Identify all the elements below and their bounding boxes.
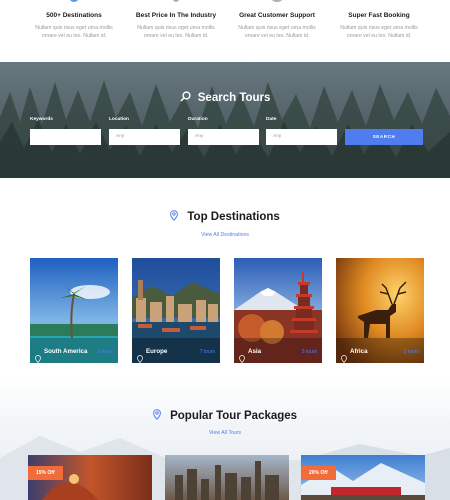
discount-badge: 15% Off <box>28 466 63 480</box>
map-pin-icon <box>153 409 161 423</box>
date-label: Date <box>266 117 277 122</box>
feature-best-price: Best Price In The Industry Nullam quis r… <box>126 0 226 40</box>
forest-background <box>0 62 450 178</box>
keywords-label: Keywords <box>30 117 53 122</box>
search-band <box>0 62 450 178</box>
date-input[interactable]: Any <box>266 129 337 145</box>
destination-card-south-america[interactable]: South America 3 tours <box>30 258 118 363</box>
destination-card-asia[interactable]: Asia 5 tours <box>234 258 322 363</box>
duration-label: Duration <box>188 117 208 122</box>
packages-title: Popular Tour Packages <box>170 410 298 422</box>
destination-tours: 5 tours <box>301 349 317 355</box>
location-select[interactable]: Any <box>109 129 180 145</box>
destination-tours: 7 tours <box>199 349 215 355</box>
location-label: Location <box>109 117 129 122</box>
bolt-icon <box>374 0 384 2</box>
headset-icon <box>271 0 283 2</box>
discount-badge: 20% Off <box>301 466 336 480</box>
feature-text: Nullam quis risus eget urna mollis ornar… <box>137 25 215 39</box>
destination-name: South America <box>44 348 88 355</box>
destination-name: Africa <box>350 348 368 355</box>
destination-tours: 3 tours <box>403 349 419 355</box>
destination-card-europe[interactable]: Europe 7 tours <box>132 258 220 363</box>
packages-heading: Popular Tour Packages <box>0 409 450 423</box>
destination-tours: 3 tours <box>97 349 113 355</box>
keywords-input[interactable] <box>30 129 101 145</box>
feature-text: Nullam quis risus eget urna mollis ornar… <box>340 25 418 39</box>
package-card-2[interactable] <box>165 455 289 500</box>
destination-name: Europe <box>146 348 168 355</box>
feature-title: Best Price In The Industry <box>135 12 217 19</box>
search-button[interactable]: SEARCH <box>345 129 423 145</box>
feature-text: Nullam quis risus eget urna mollis ornar… <box>238 25 316 39</box>
feature-support: Great Customer Support Nullam quis risus… <box>227 0 327 40</box>
destination-name: Asia <box>248 348 262 355</box>
tag-icon <box>173 0 179 2</box>
features-strip: 500+ Destinations Nullam quis risus eget… <box>0 0 450 62</box>
map-pin-icon <box>170 210 179 224</box>
search-heading: Search Tours <box>0 91 450 105</box>
destinations-title: Top Destinations <box>187 211 280 223</box>
feature-booking: Super Fast Booking Nullam quis risus ege… <box>329 0 429 40</box>
view-all-destinations-link[interactable]: View All Destinations <box>0 232 450 238</box>
feature-destinations: 500+ Destinations Nullam quis risus eget… <box>24 0 124 40</box>
search-icon <box>180 91 191 105</box>
destination-card-africa[interactable]: Africa 3 tours <box>336 258 424 363</box>
feature-title: Super Fast Booking <box>348 12 410 19</box>
package-image <box>165 455 289 500</box>
search-title-text: Search Tours <box>197 92 271 104</box>
duration-select[interactable]: Any <box>188 129 259 145</box>
view-all-tours-link[interactable]: View All Tours <box>0 430 450 436</box>
feature-title: 500+ Destinations <box>46 12 102 19</box>
feature-title: Great Customer Support <box>239 12 315 19</box>
feature-text: Nullam quis risus eget urna mollis ornar… <box>35 25 113 39</box>
globe-icon <box>69 0 79 2</box>
destinations-heading: Top Destinations <box>0 210 450 224</box>
